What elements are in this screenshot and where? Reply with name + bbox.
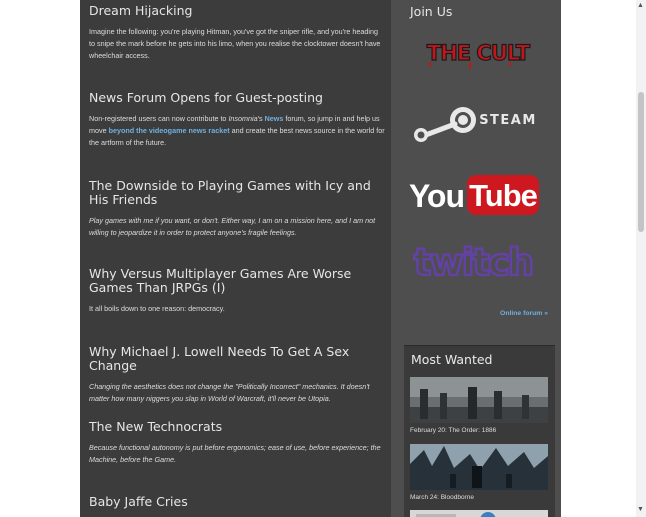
post-excerpt: Non-registered users can now contribute … <box>89 114 385 147</box>
news-link[interactable]: News <box>265 114 284 123</box>
sidebar: Join Us THE CULT STEAM You Tube twitch O… <box>391 0 561 517</box>
post-title[interactable]: The Downside to Playing Games with Icy a… <box>89 179 385 207</box>
post-excerpt: Changing the aesthetics does not change … <box>89 382 370 403</box>
post-title[interactable]: News Forum Opens for Guest-posting <box>89 91 385 105</box>
youtube-tube-text: Tube <box>469 178 538 213</box>
post-excerpt: Because functional autonomy is put befor… <box>89 443 381 464</box>
post-dream-hijacking: Dream Hijacking Imagine the following: y… <box>89 4 385 62</box>
post-michael-lowell: Why Michael J. Lowell Needs To Get A Sex… <box>89 345 385 405</box>
most-wanted-panel: Most Wanted February 20: The Order: 1886 <box>404 345 555 517</box>
article-list: Dream Hijacking Imagine the following: y… <box>80 0 391 517</box>
youtube-logo[interactable]: You Tube <box>409 172 549 220</box>
most-wanted-caption[interactable]: February 20: The Order: 1886 <box>410 427 496 434</box>
scroll-down-icon[interactable]: ▼ <box>637 506 644 513</box>
scroll-up-icon[interactable]: ▲ <box>637 2 644 9</box>
post-title[interactable]: Why Versus Multiplayer Games Are Worse G… <box>89 267 385 295</box>
post-new-technocrats: The New Technocrats Because functional a… <box>89 420 385 466</box>
the-cult-logo[interactable]: THE CULT <box>409 36 547 70</box>
steam-logo[interactable]: STEAM <box>409 104 549 144</box>
the-order-thumbnail[interactable] <box>410 377 548 423</box>
post-downside-icy: The Downside to Playing Games with Icy a… <box>89 179 385 239</box>
post-news-forum: News Forum Opens for Guest-posting Non-r… <box>89 91 385 149</box>
join-us-heading: Join Us <box>410 4 453 19</box>
bloodborne-thumbnail[interactable] <box>410 444 548 490</box>
steam-logo-text: STEAM <box>479 113 537 128</box>
page-scrollbar[interactable]: ▲ ▼ <box>636 0 646 517</box>
post-title[interactable]: Baby Jaffe Cries <box>89 495 385 509</box>
next-thumbnail[interactable] <box>410 510 548 517</box>
scrollbar-thumb[interactable] <box>638 92 644 232</box>
cult-logo-text: THE CULT <box>427 41 531 65</box>
online-forum-link[interactable]: Online forum » <box>391 310 548 317</box>
post-title[interactable]: Why Michael J. Lowell Needs To Get A Sex… <box>89 345 385 373</box>
post-excerpt: Play games with me if you want, or don't… <box>89 216 376 237</box>
post-excerpt: Imagine the following: you're playing Hi… <box>89 27 381 60</box>
most-wanted-title: Most Wanted <box>411 352 493 367</box>
post-baby-jaffe: Baby Jaffe Cries <box>89 495 385 509</box>
page-container: Dream Hijacking Imagine the following: y… <box>80 0 561 517</box>
news-racket-link[interactable]: beyond the videogame news racket <box>109 126 230 135</box>
twitch-logo-text: twitch <box>414 241 533 284</box>
post-title[interactable]: Dream Hijacking <box>89 4 385 18</box>
youtube-you-text: You <box>409 178 464 214</box>
post-excerpt: It all boils down to one reason: democra… <box>89 304 225 313</box>
twitch-logo[interactable]: twitch <box>409 238 549 288</box>
post-versus-multiplayer: Why Versus Multiplayer Games Are Worse G… <box>89 267 385 315</box>
post-title[interactable]: The New Technocrats <box>89 420 385 434</box>
most-wanted-caption[interactable]: March 24: Bloodborne <box>410 494 474 501</box>
